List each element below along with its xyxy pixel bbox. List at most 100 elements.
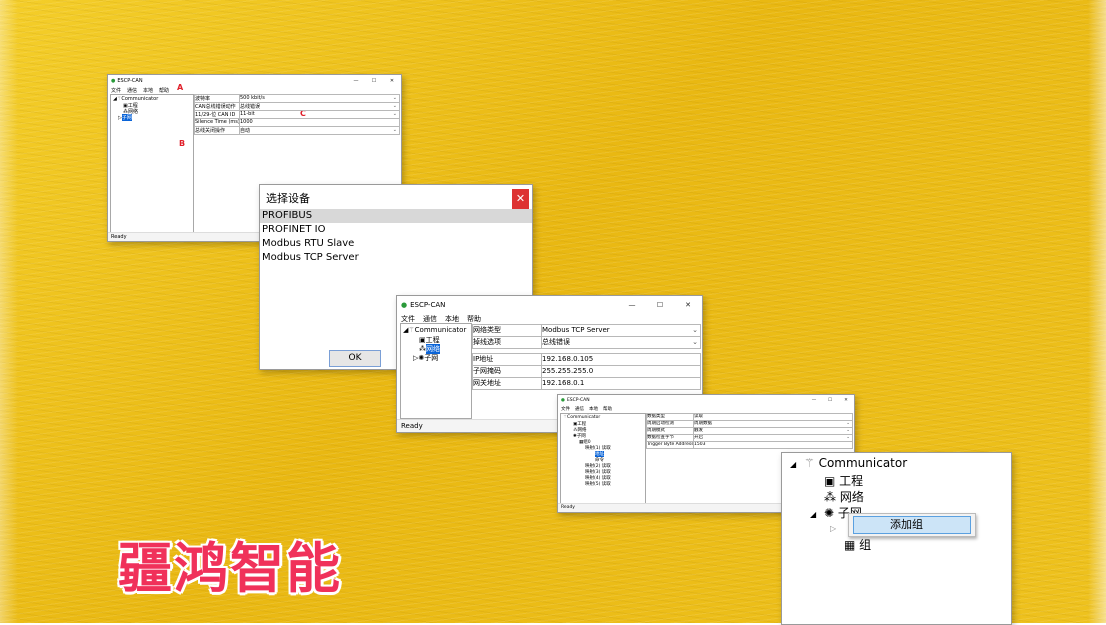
property-row[interactable]: CAN总线错误动作 总线错误 ⌄ xyxy=(194,102,400,111)
zoom-tree-root[interactable]: ◢ ⚚ Communicator xyxy=(790,456,907,470)
property-row[interactable]: Silence Time (ms) 1000 xyxy=(194,118,400,127)
device-option-profibus[interactable]: PROFIBUS xyxy=(260,209,532,223)
menu-file[interactable]: 文件 xyxy=(401,314,415,323)
property-value-text: 1503 xyxy=(694,442,706,447)
device-option-modbus-rtu[interactable]: Modbus RTU Slave xyxy=(260,237,532,251)
menu-local[interactable]: 本地 xyxy=(589,406,598,412)
tree-root-label: Communicator xyxy=(818,456,908,470)
device-option-modbus-tcp[interactable]: Modbus TCP Server xyxy=(260,251,532,265)
property-row[interactable]: 子网掩码 255.255.255.0 xyxy=(472,365,701,378)
minimize-button[interactable]: — xyxy=(806,398,822,403)
menu-local[interactable]: 本地 xyxy=(445,314,459,323)
property-value[interactable]: Modbus TCP Server ⌄ xyxy=(542,325,700,336)
tree-item-subnet[interactable]: ▷ ✺ 子网 xyxy=(413,353,438,363)
maximize-button[interactable]: ☐ xyxy=(365,78,383,84)
ok-button[interactable]: OK xyxy=(329,350,381,367)
property-value-text: 500 kbit/s xyxy=(240,95,265,101)
property-row[interactable]: 波特率 500 kbit/s ⌄ xyxy=(194,94,400,103)
minimize-button[interactable]: — xyxy=(347,78,365,84)
annotation-mark-a: A xyxy=(177,83,184,92)
dropdown-icon: ⌄ xyxy=(846,435,850,440)
property-key: IP地址 xyxy=(473,354,542,365)
network-icon: ⁂ xyxy=(824,490,836,504)
tree-item-label: 网络 xyxy=(839,490,864,504)
property-value-text: 总线错误 xyxy=(240,104,261,110)
property-value-text: Modbus TCP Server xyxy=(542,326,610,334)
dialog-close-button[interactable]: ✕ xyxy=(512,189,529,209)
maximize-button[interactable]: ☐ xyxy=(646,301,674,309)
minimize-button[interactable]: — xyxy=(618,301,646,309)
tree-item-label: 子网 xyxy=(424,354,439,362)
zoom-tree-item-group[interactable]: ▷ xyxy=(830,520,844,534)
zoomed-tree-panel: ◢ ⚚ Communicator ▣ 工程 ⁂ 网络 ◢ ✺ 子网 ▷ ▦ 组 … xyxy=(781,452,1012,625)
zoom-tree-item-group-label[interactable]: ▦ 组 xyxy=(844,536,871,553)
property-row[interactable]: 11/29-位 CAN ID 11-bit C ⌄ xyxy=(194,110,400,119)
tree-item-label: 映射(5) 读取 xyxy=(585,482,611,487)
property-row[interactable]: 网络类型 Modbus TCP Server ⌄ xyxy=(472,324,701,337)
menu-file[interactable]: 文件 xyxy=(111,87,121,94)
close-button[interactable]: ✕ xyxy=(674,301,702,309)
property-row[interactable]: 掉线选项 总线错误 ⌄ xyxy=(472,336,701,349)
window-titlebar: ● ESCP-CAN — ☐ ✕ xyxy=(397,296,702,314)
dropdown-icon: ⌄ xyxy=(392,95,397,101)
dropdown-icon: ⌄ xyxy=(846,428,850,433)
menu-comm[interactable]: 通信 xyxy=(423,314,437,323)
property-value[interactable]: 周期数据 ⌄ xyxy=(694,421,852,427)
device-option-profinet[interactable]: PROFINET IO xyxy=(260,223,532,237)
tree-item-mapping[interactable]: 映射(5) 读取 xyxy=(585,481,611,487)
zoom-tree-item-project[interactable]: ▣ 工程 xyxy=(824,472,863,489)
property-row[interactable]: 周期启动检测 周期数据 ⌄ xyxy=(646,420,853,428)
menu-help[interactable]: 帮助 xyxy=(603,406,612,412)
menu-file[interactable]: 文件 xyxy=(561,406,570,412)
property-value[interactable]: 500 kbit/s ⌄ xyxy=(240,95,399,102)
property-value[interactable]: 自动 ⌄ xyxy=(240,127,399,134)
property-value[interactable]: 读取 xyxy=(694,414,852,420)
menu-help[interactable]: 帮助 xyxy=(159,87,169,94)
tree-item-subnet[interactable]: ▷ 子网 xyxy=(118,114,132,121)
property-row[interactable]: 总线关闭操作 自动 ⌄ xyxy=(194,126,400,135)
close-button[interactable]: ✕ xyxy=(383,78,401,84)
property-value[interactable]: 触发 ⌄ xyxy=(694,428,852,434)
property-grid: 网络类型 Modbus TCP Server ⌄ 掉线选项 总线错误 ⌄ IP地址 … xyxy=(472,324,701,390)
property-value[interactable]: 开启 ⌄ xyxy=(694,435,852,441)
property-value[interactable]: 1503 xyxy=(694,442,852,448)
zoom-tree-item-network[interactable]: ⁂ 网络 xyxy=(824,488,864,505)
menu-comm[interactable]: 通信 xyxy=(575,406,584,412)
property-value[interactable]: 192.168.0.1 xyxy=(542,378,700,389)
tree-root-label: Communicator xyxy=(414,326,467,334)
property-row[interactable]: Trigger Byte Address 1503 xyxy=(646,441,853,449)
dropdown-icon: ⌄ xyxy=(692,326,698,334)
property-key: 总线关闭操作 xyxy=(195,127,240,134)
property-row[interactable]: 网关地址 192.168.0.1 xyxy=(472,377,701,390)
property-value-text: 11-bit xyxy=(240,111,255,117)
expand-arrow-icon: ◢ xyxy=(810,510,817,519)
project-icon: ▣ xyxy=(419,336,426,344)
menu-local[interactable]: 本地 xyxy=(143,87,153,94)
menu-help[interactable]: 帮助 xyxy=(467,314,481,323)
context-menu-add-group[interactable]: 添加组 xyxy=(853,516,971,534)
network-icon: ⁂ xyxy=(419,345,426,353)
property-value[interactable]: 11-bit C ⌄ xyxy=(240,111,399,118)
property-value[interactable]: 1000 xyxy=(240,119,399,126)
property-value[interactable]: 192.168.0.105 xyxy=(542,354,700,365)
property-value-text: 触发 xyxy=(694,428,703,433)
property-key: 数据检查字节 xyxy=(647,435,694,441)
close-button[interactable]: ✕ xyxy=(838,398,854,403)
property-row[interactable]: 数据检查字节 开启 ⌄ xyxy=(646,434,853,442)
property-value-text: 读取 xyxy=(694,414,703,419)
property-row[interactable]: 数据类型 读取 xyxy=(646,413,853,421)
dropdown-icon: ⌄ xyxy=(392,103,397,109)
property-row[interactable]: 周期模式 触发 ⌄ xyxy=(646,427,853,435)
tree-root[interactable]: ◢ ⚚ Communicator xyxy=(403,326,466,334)
property-value[interactable]: 255.255.255.0 xyxy=(542,366,700,377)
property-row[interactable]: IP地址 192.168.0.105 xyxy=(472,353,701,366)
property-value[interactable]: 总线错误 ⌄ xyxy=(542,337,700,348)
tree-root[interactable]: ⚚ Communicator xyxy=(563,415,600,420)
property-value[interactable]: 总线错误 ⌄ xyxy=(240,103,399,110)
maximize-button[interactable]: ☐ xyxy=(822,398,838,403)
menu-bar: 文件 通信 本地 帮助 xyxy=(397,314,702,323)
menu-bar: 文件 通信 本地 帮助 xyxy=(108,87,401,94)
property-key: 波特率 xyxy=(195,95,240,102)
menu-comm[interactable]: 通信 xyxy=(127,87,137,94)
context-menu: 添加组 xyxy=(848,513,976,537)
